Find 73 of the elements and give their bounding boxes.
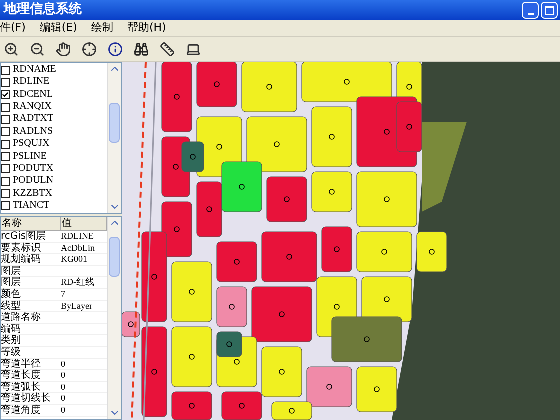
checkbox[interactable] — [1, 152, 10, 162]
checkbox[interactable] — [1, 78, 10, 87]
property-value: RDLINE — [61, 231, 95, 242]
zoom-in-icon[interactable] — [4, 42, 19, 56]
layer-name[interactable]: PODULN — [13, 176, 54, 186]
property-name: 道路名称 — [1, 312, 42, 323]
menu-item[interactable]: 绘制 — [91, 20, 114, 36]
checkbox[interactable] — [1, 189, 10, 198]
menu-item[interactable]: 件(F) — [0, 20, 26, 36]
property-value: 0 — [61, 393, 66, 404]
layer-name[interactable]: PODUTX — [13, 164, 54, 174]
property-name: 类别 — [1, 335, 22, 346]
checkbox[interactable] — [1, 66, 10, 74]
property-value: KG001 — [61, 254, 88, 265]
property-value: 0 — [61, 404, 66, 416]
property-name: 等级 — [1, 346, 22, 358]
check-icon — [2, 90, 9, 99]
layer-name[interactable]: RDCENL — [13, 90, 53, 100]
layer-name[interactable]: RADLNS — [13, 126, 54, 137]
scrollbar[interactable] — [107, 217, 121, 419]
layer-name[interactable]: RDLINE — [13, 77, 50, 88]
property-value: ByLayer — [61, 300, 94, 312]
property-name: 弯道半径 — [1, 358, 42, 370]
column-header[interactable]: 名称 — [1, 217, 61, 230]
layer-name[interactable]: KZZBTX — [13, 188, 52, 199]
layer-name[interactable]: RDNAME — [13, 65, 56, 75]
hand-icon[interactable] — [56, 42, 71, 56]
map-drawing[interactable] — [122, 62, 560, 420]
checkbox[interactable] — [1, 114, 10, 124]
maximize-button[interactable] — [541, 2, 558, 18]
menu-item[interactable]: 帮助(H) — [127, 20, 166, 36]
property-name: 颜色 — [1, 288, 22, 300]
property-value: 0 — [61, 358, 66, 370]
property-name: 弯道长度 — [1, 370, 42, 381]
property-value: 0 — [61, 370, 66, 381]
checkbox[interactable] — [1, 176, 10, 186]
checkbox[interactable] — [1, 140, 10, 149]
property-value: 7 — [61, 288, 66, 300]
layer-name[interactable]: PSQUJX — [13, 139, 50, 150]
scrollbar[interactable] — [107, 63, 121, 213]
layer-name[interactable]: PSLINE — [13, 152, 47, 162]
checkbox[interactable] — [1, 90, 10, 100]
checkbox[interactable] — [1, 164, 10, 174]
checkbox[interactable] — [1, 102, 10, 112]
minimize-button[interactable] — [522, 2, 539, 18]
info-icon[interactable] — [108, 42, 123, 56]
property-name: 要素标识 — [1, 242, 42, 254]
property-name: 图层 — [1, 277, 22, 288]
zoom-out-icon[interactable] — [30, 42, 45, 56]
property-value: 0 — [61, 382, 66, 392]
property-value: AcDbLin — [61, 242, 96, 254]
property-name: 弯道弧长 — [1, 382, 41, 392]
menu-item[interactable]: 编辑(E) — [40, 20, 78, 36]
window-title: 地理信息系统 — [4, 0, 82, 20]
layer-name[interactable]: RADTXT — [13, 114, 54, 124]
property-name: 图层 — [1, 266, 22, 276]
property-value: RD-红线 — [61, 277, 96, 288]
property-name: 线型 — [1, 300, 22, 312]
property-name: 编码 — [1, 324, 22, 334]
checkbox[interactable] — [1, 201, 10, 210]
scrollbar-thumb[interactable] — [109, 237, 120, 277]
layer-name[interactable]: TIANCT — [13, 200, 50, 211]
property-name: 弯道切线长 — [1, 393, 52, 404]
laptop-icon[interactable] — [186, 42, 201, 56]
checkbox[interactable] — [1, 127, 10, 136]
property-name: 规划编码 — [1, 254, 42, 265]
property-name: rcGis图层 — [1, 231, 48, 242]
scrollbar-thumb[interactable] — [109, 103, 120, 143]
binoculars-icon[interactable] — [134, 42, 149, 56]
layer-name[interactable]: RANQIX — [13, 102, 52, 112]
crosshair-icon[interactable] — [82, 42, 97, 56]
ruler-icon[interactable] — [160, 42, 175, 56]
property-name: 弯道角度 — [1, 404, 42, 416]
